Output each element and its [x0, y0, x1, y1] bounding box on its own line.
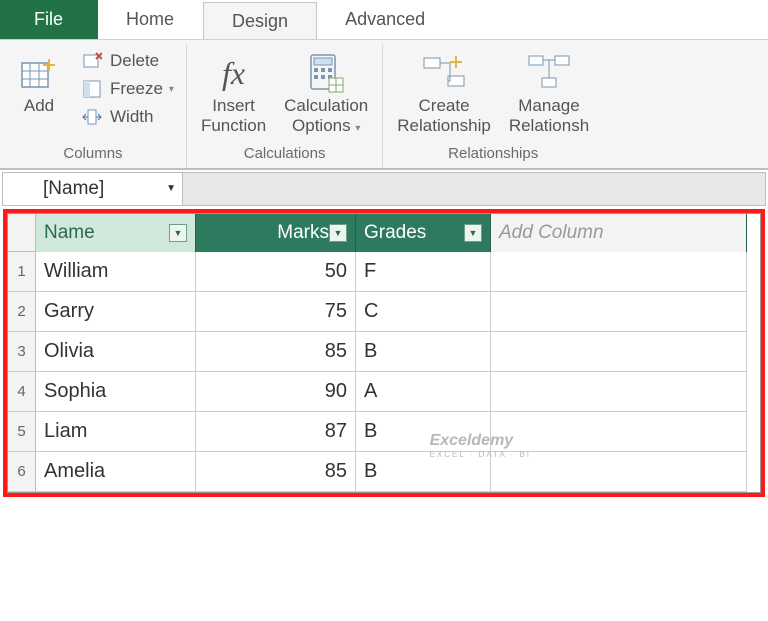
cell-name[interactable]: Sophia: [36, 372, 196, 412]
freeze-icon: [80, 79, 104, 99]
freeze-column-button[interactable]: Freeze ▾: [76, 76, 178, 102]
tab-advanced[interactable]: Advanced: [317, 0, 454, 39]
insert-function-button[interactable]: fx Insert Function: [195, 46, 272, 141]
cell-empty[interactable]: [491, 412, 747, 452]
row-header[interactable]: 6: [8, 452, 36, 492]
cell-name[interactable]: Garry: [36, 292, 196, 332]
create-relationship-button[interactable]: Create Relationship: [391, 46, 497, 141]
cell-empty[interactable]: [491, 292, 747, 332]
cell-name[interactable]: Amelia: [36, 452, 196, 492]
cell-grade[interactable]: C: [356, 292, 491, 332]
data-grid-highlight: Name ▼ Marks ▼ Grades ▼ Add Column 1Will…: [3, 209, 765, 497]
col-name-label: Name: [44, 222, 95, 244]
tab-design[interactable]: Design: [203, 2, 317, 39]
tab-home[interactable]: Home: [98, 0, 203, 39]
manage-rel-l2: Relationsh: [509, 116, 589, 136]
create-relationship-icon: [420, 50, 468, 96]
group-label-calculations: Calculations: [244, 141, 326, 164]
filter-button[interactable]: ▼: [464, 224, 482, 242]
manage-relationships-button[interactable]: Manage Relationsh: [503, 46, 595, 141]
cell-marks[interactable]: 50: [196, 252, 356, 292]
table-row: 6Amelia85B: [8, 452, 760, 492]
width-label: Width: [110, 107, 153, 127]
filter-button[interactable]: ▼: [329, 224, 347, 242]
col-marks-label: Marks: [277, 222, 329, 244]
cell-empty[interactable]: [491, 372, 747, 412]
cell-empty[interactable]: [491, 252, 747, 292]
formula-input[interactable]: [183, 173, 765, 205]
cell-marks[interactable]: 75: [196, 292, 356, 332]
cell-grade[interactable]: B: [356, 332, 491, 372]
cell-grade[interactable]: F: [356, 252, 491, 292]
calc-opt-l2: Options ▾: [292, 116, 360, 136]
table-row: 2Garry75C: [8, 292, 760, 332]
table-row: 4Sophia90A: [8, 372, 760, 412]
formula-bar: [Name] ▼: [2, 172, 766, 206]
ribbon-group-columns: Add Delete Freeze ▾: [0, 44, 187, 168]
row-header[interactable]: 1: [8, 252, 36, 292]
ribbon-group-relationships: Create Relationship Manage Relationsh Re…: [383, 44, 603, 168]
column-header-grades[interactable]: Grades ▼: [356, 214, 491, 252]
row-header[interactable]: 5: [8, 412, 36, 452]
select-all-corner[interactable]: [8, 214, 36, 252]
create-rel-l2: Relationship: [397, 116, 491, 136]
row-header[interactable]: 4: [8, 372, 36, 412]
cell-marks[interactable]: 90: [196, 372, 356, 412]
cell-name[interactable]: William: [36, 252, 196, 292]
cell-marks[interactable]: 87: [196, 412, 356, 452]
width-column-button[interactable]: Width: [76, 104, 178, 130]
calc-opt-l1: Calculation: [284, 96, 368, 116]
cell-empty[interactable]: [491, 332, 747, 372]
data-grid: Name ▼ Marks ▼ Grades ▼ Add Column 1Will…: [7, 213, 761, 493]
cell-marks[interactable]: 85: [196, 332, 356, 372]
delete-label: Delete: [110, 51, 159, 71]
create-rel-l1: Create: [419, 96, 470, 116]
add-column-header[interactable]: Add Column: [491, 214, 747, 252]
calculator-icon: [307, 50, 345, 96]
cell-name[interactable]: Liam: [36, 412, 196, 452]
column-header-name[interactable]: Name ▼: [36, 214, 196, 252]
dropdown-icon: ▾: [169, 84, 174, 95]
cell-marks[interactable]: 85: [196, 452, 356, 492]
table-row: 3Olivia85B: [8, 332, 760, 372]
cell-empty[interactable]: [491, 452, 747, 492]
cell-grade[interactable]: B: [356, 452, 491, 492]
cell-name[interactable]: Olivia: [36, 332, 196, 372]
dropdown-icon: ▼: [166, 183, 176, 194]
table-row: 5Liam87B: [8, 412, 760, 452]
cell-grade[interactable]: B: [356, 412, 491, 452]
tab-strip: File Home Design Advanced: [0, 0, 768, 40]
insert-fn-l2: Function: [201, 116, 266, 136]
fx-icon: fx: [222, 50, 245, 96]
col-grades-label: Grades: [364, 222, 426, 244]
freeze-label: Freeze: [110, 79, 163, 99]
column-header-marks[interactable]: Marks ▼: [196, 214, 356, 252]
tab-file[interactable]: File: [0, 0, 98, 39]
add-column-label: Add Column: [499, 222, 604, 244]
delete-column-button[interactable]: Delete: [76, 48, 178, 74]
delete-icon: [80, 51, 104, 71]
add-column-button[interactable]: Add: [8, 46, 70, 120]
filter-button[interactable]: ▼: [169, 224, 187, 242]
row-header[interactable]: 3: [8, 332, 36, 372]
ribbon: Add Delete Freeze ▾: [0, 40, 768, 170]
add-column-icon: [19, 50, 59, 96]
calc-options-button[interactable]: Calculation Options ▾: [278, 46, 374, 141]
row-header[interactable]: 2: [8, 292, 36, 332]
add-column-label: Add: [24, 96, 54, 116]
insert-fn-l1: Insert: [212, 96, 255, 116]
manage-rel-l1: Manage: [518, 96, 579, 116]
width-icon: [80, 108, 104, 126]
manage-relationship-icon: [525, 50, 573, 96]
group-label-columns: Columns: [63, 141, 122, 164]
name-box-value: [Name]: [43, 178, 104, 200]
name-box[interactable]: [Name] ▼: [3, 173, 183, 205]
ribbon-group-calculations: fx Insert Function Calculation Options ▾: [187, 44, 383, 168]
cell-grade[interactable]: A: [356, 372, 491, 412]
table-row: 1William50F: [8, 252, 760, 292]
group-label-relationships: Relationships: [448, 141, 538, 164]
